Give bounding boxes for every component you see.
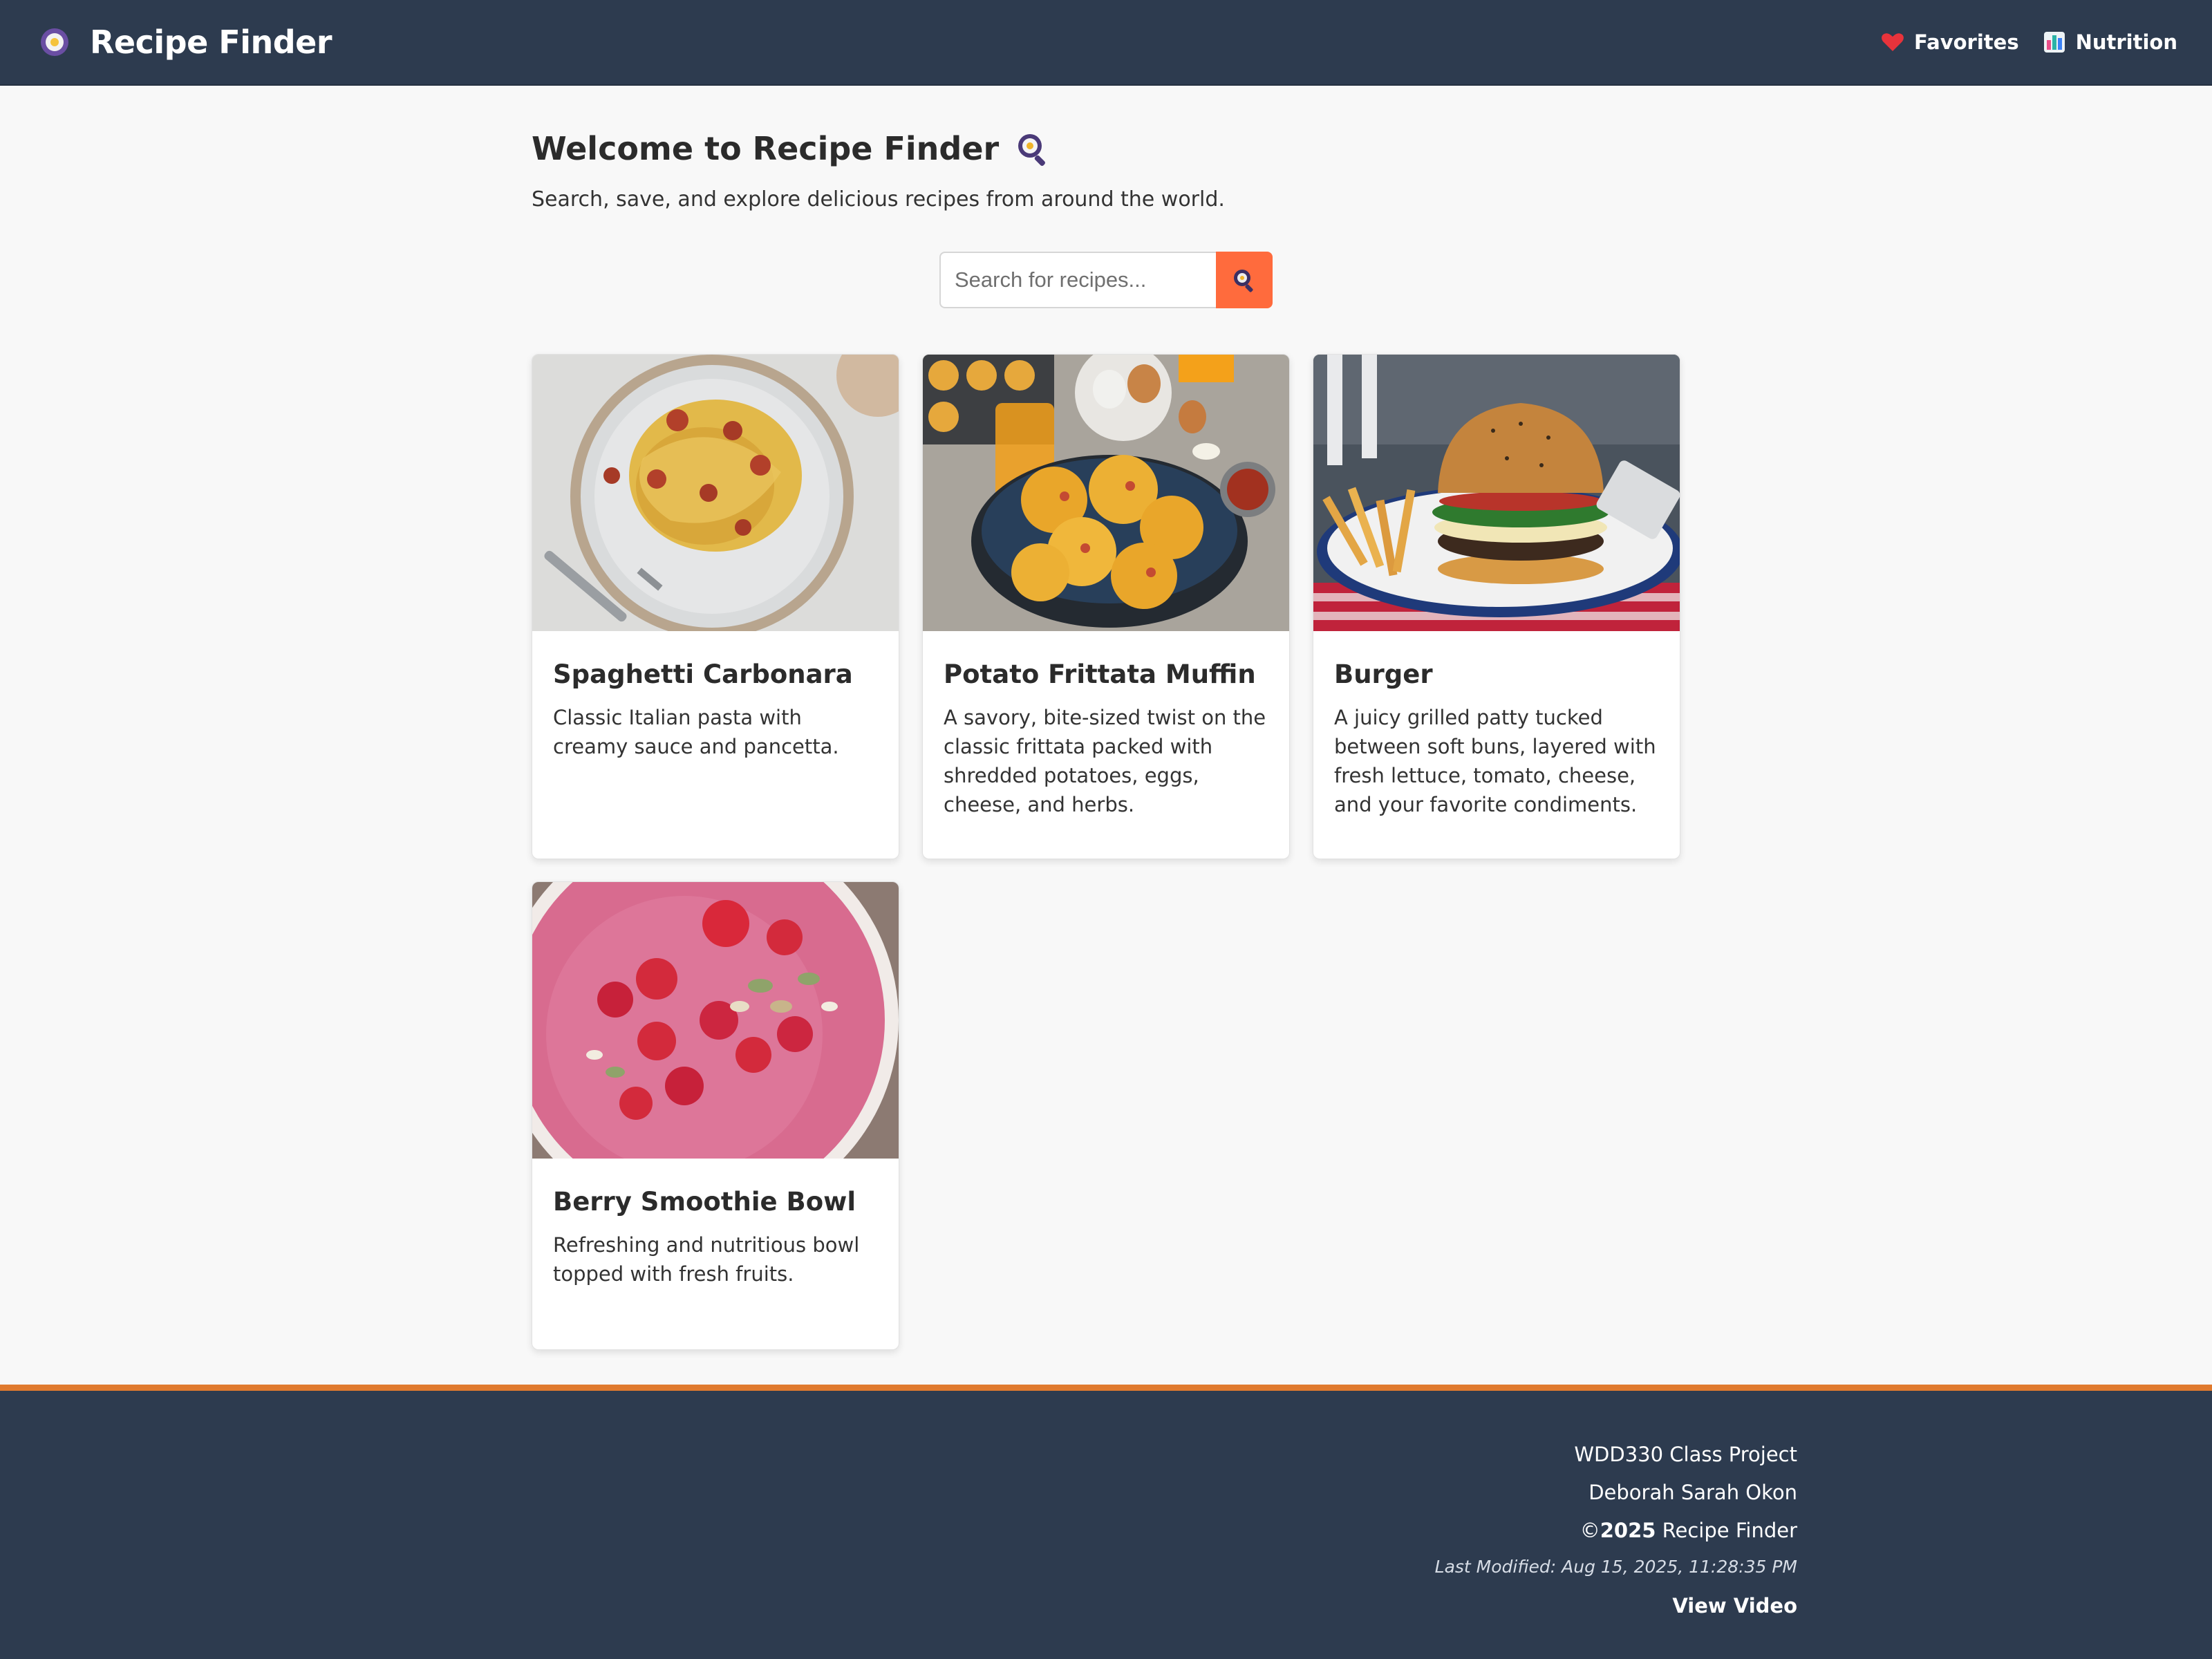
intro-text: Search, save, and explore delicious reci… bbox=[532, 187, 1225, 212]
recipe-description: Classic Italian pasta with creamy sauce … bbox=[553, 706, 839, 758]
recipe-card[interactable]: Burger A juicy grilled patty tucked betw… bbox=[1313, 354, 1680, 859]
recipe-title: Burger bbox=[1334, 659, 1433, 689]
copyright-year: 2025 bbox=[1600, 1519, 1656, 1542]
brand-title: Recipe Finder bbox=[90, 24, 332, 61]
footer-author: Deborah Sarah Okon bbox=[1588, 1481, 1797, 1504]
search-logo-icon bbox=[41, 28, 68, 56]
heart-icon bbox=[1882, 33, 1904, 51]
smoothie-bowl-photo bbox=[532, 882, 899, 1159]
footer-info: WDD330 Class Project Deborah Sarah Okon … bbox=[1435, 1441, 1797, 1620]
frittata-muffin-photo bbox=[923, 355, 1289, 631]
copyright-name: Recipe Finder bbox=[1656, 1519, 1797, 1542]
recipe-title: Spaghetti Carbonara bbox=[553, 659, 853, 689]
search-button[interactable] bbox=[1216, 252, 1273, 308]
view-video-link[interactable]: View Video bbox=[1672, 1594, 1797, 1618]
site-footer: WDD330 Class Project Deborah Sarah Okon … bbox=[0, 1385, 2212, 1659]
search-icon bbox=[1018, 134, 1046, 166]
recipe-description: A savory, bite-sized twist on the classi… bbox=[944, 706, 1266, 816]
nav-nutrition-label: Nutrition bbox=[2075, 30, 2177, 54]
recipe-title: Potato Frittata Muffin bbox=[944, 659, 1256, 689]
footer-project: WDD330 Class Project bbox=[1574, 1443, 1797, 1466]
bar-chart-icon bbox=[2043, 32, 2065, 53]
recipe-description: A juicy grilled patty tucked between sof… bbox=[1334, 706, 1656, 816]
last-modified: Last Modified: Aug 15, 2025, 11:28:35 PM bbox=[1434, 1557, 1797, 1577]
search-input[interactable] bbox=[939, 252, 1216, 308]
welcome-heading: Welcome to Recipe Finder bbox=[532, 126, 1680, 171]
recipe-card[interactable]: Berry Smoothie Bowl Refreshing and nutri… bbox=[532, 881, 899, 1350]
nav-favorites-link[interactable]: Favorites bbox=[1881, 30, 2019, 54]
spaghetti-carbonara-photo bbox=[532, 355, 899, 631]
burger-photo bbox=[1313, 355, 1680, 631]
nav-favorites-label: Favorites bbox=[1914, 30, 2019, 54]
nav-nutrition-link[interactable]: Nutrition bbox=[2043, 30, 2177, 54]
copyright-symbol: © bbox=[1580, 1519, 1600, 1542]
brand[interactable]: Recipe Finder bbox=[37, 24, 332, 61]
search-bar bbox=[939, 252, 1273, 308]
main-nav: Favorites Nutrition bbox=[1881, 30, 2177, 54]
footer-copyright: ©2025 Recipe Finder bbox=[1435, 1517, 1797, 1555]
recipe-description: Refreshing and nutritious bowl topped wi… bbox=[553, 1233, 860, 1286]
top-navigation-bar: Recipe Finder Favorites Nutrition bbox=[0, 0, 2212, 86]
search-icon bbox=[1234, 270, 1253, 292]
recipe-card[interactable]: Potato Frittata Muffin A savory, bite-si… bbox=[922, 354, 1290, 859]
recipe-title: Berry Smoothie Bowl bbox=[553, 1187, 856, 1217]
recipe-card[interactable]: Spaghetti Carbonara Classic Italian past… bbox=[532, 354, 899, 859]
page-title: Welcome to Recipe Finder bbox=[532, 130, 1000, 167]
main-content: Welcome to Recipe Finder Search, save, a… bbox=[532, 86, 1680, 1350]
